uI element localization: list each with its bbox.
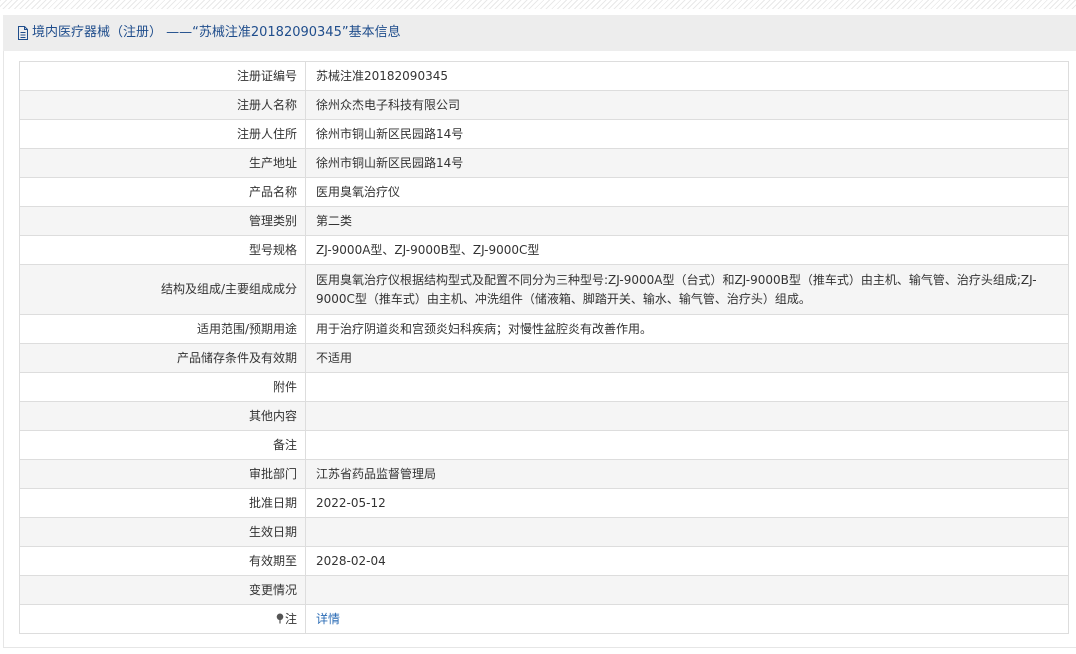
row-value: 2028-02-04 bbox=[305, 546, 1069, 576]
pin-icon bbox=[276, 613, 284, 623]
row-value: 徐州众杰电子科技有限公司 bbox=[305, 90, 1069, 120]
row-value: 医用臭氧治疗仪根据结构型式及配置不同分为三种型号:ZJ-9000A型（台式）和Z… bbox=[305, 264, 1069, 315]
note-label: 注 bbox=[284, 611, 297, 626]
table-row: 适用范围/预期用途 用于治疗阴道炎和宫颈炎妇科疾病；对慢性盆腔炎有改善作用。 bbox=[19, 314, 1069, 344]
table-row: 管理类别 第二类 bbox=[19, 206, 1069, 236]
table-row: 其他内容 bbox=[19, 401, 1069, 431]
row-label: 型号规格 bbox=[19, 235, 306, 265]
row-value: 第二类 bbox=[305, 206, 1069, 236]
row-label: 批准日期 bbox=[19, 488, 306, 518]
row-label: 注册人名称 bbox=[19, 90, 306, 120]
table-row: 附件 bbox=[19, 372, 1069, 402]
row-label: 注册人住所 bbox=[19, 119, 306, 149]
row-value: 医用臭氧治疗仪 bbox=[305, 177, 1069, 207]
row-label: 变更情况 bbox=[19, 575, 306, 605]
row-label: 生产地址 bbox=[19, 148, 306, 178]
title-bar: 境内医疗器械（注册） ——“苏械注准20182090345”基本信息 bbox=[3, 15, 1076, 51]
row-value: 苏械注准20182090345 bbox=[305, 61, 1069, 91]
page-title: 境内医疗器械（注册） ——“苏械注准20182090345”基本信息 bbox=[32, 25, 401, 40]
table-row: 生产地址 徐州市铜山新区民园路14号 bbox=[19, 148, 1069, 178]
document-icon bbox=[18, 26, 28, 40]
row-label: 结构及组成/主要组成成分 bbox=[19, 264, 306, 315]
table-row: 变更情况 bbox=[19, 575, 1069, 605]
table-row: 结构及组成/主要组成成分 医用臭氧治疗仪根据结构型式及配置不同分为三种型号:ZJ… bbox=[19, 264, 1069, 315]
table-row: 产品名称 医用臭氧治疗仪 bbox=[19, 177, 1069, 207]
table-row: 审批部门 江苏省药品监督管理局 bbox=[19, 459, 1069, 489]
row-label: 有效期至 bbox=[19, 546, 306, 576]
table-row: 注册证编号 苏械注准20182090345 bbox=[19, 61, 1069, 91]
row-value: 江苏省药品监督管理局 bbox=[305, 459, 1069, 489]
row-label: 其他内容 bbox=[19, 401, 306, 431]
row-label: 附件 bbox=[19, 372, 306, 402]
row-label: 产品名称 bbox=[19, 177, 306, 207]
table-row: 批准日期 2022-05-12 bbox=[19, 488, 1069, 518]
table-row: 型号规格 ZJ-9000A型、ZJ-9000B型、ZJ-9000C型 bbox=[19, 235, 1069, 265]
note-row: 注 详情 bbox=[19, 604, 1069, 634]
row-label: 生效日期 bbox=[19, 517, 306, 547]
row-label: 审批部门 bbox=[19, 459, 306, 489]
row-label: 注册证编号 bbox=[19, 61, 306, 91]
row-value: 2022-05-12 bbox=[305, 488, 1069, 518]
row-value: ZJ-9000A型、ZJ-9000B型、ZJ-9000C型 bbox=[305, 235, 1069, 265]
row-value: 用于治疗阴道炎和宫颈炎妇科疾病；对慢性盆腔炎有改善作用。 bbox=[305, 314, 1069, 344]
top-stripe bbox=[0, 0, 1076, 9]
row-value bbox=[305, 401, 1069, 431]
table-row: 注册人住所 徐州市铜山新区民园路14号 bbox=[19, 119, 1069, 149]
row-value bbox=[305, 575, 1069, 605]
row-label: 管理类别 bbox=[19, 206, 306, 236]
table-row: 生效日期 bbox=[19, 517, 1069, 547]
detail-link[interactable]: 详情 bbox=[316, 612, 340, 626]
table-row: 有效期至 2028-02-04 bbox=[19, 546, 1069, 576]
row-label: 产品储存条件及有效期 bbox=[19, 343, 306, 373]
row-value: 徐州市铜山新区民园路14号 bbox=[305, 119, 1069, 149]
table-row: 备注 bbox=[19, 430, 1069, 460]
note-value-cell: 详情 bbox=[305, 604, 1069, 634]
row-value: 徐州市铜山新区民园路14号 bbox=[305, 148, 1069, 178]
row-label: 备注 bbox=[19, 430, 306, 460]
row-value bbox=[305, 372, 1069, 402]
info-table: 注册证编号 苏械注准20182090345 注册人名称 徐州众杰电子科技有限公司… bbox=[19, 61, 1069, 634]
table-row: 产品储存条件及有效期 不适用 bbox=[19, 343, 1069, 373]
row-label: 适用范围/预期用途 bbox=[19, 314, 306, 344]
table-row: 注册人名称 徐州众杰电子科技有限公司 bbox=[19, 90, 1069, 120]
info-panel: 注册证编号 苏械注准20182090345 注册人名称 徐州众杰电子科技有限公司… bbox=[3, 51, 1076, 648]
row-value: 不适用 bbox=[305, 343, 1069, 373]
note-label-cell: 注 bbox=[19, 604, 306, 634]
row-value bbox=[305, 430, 1069, 460]
row-value bbox=[305, 517, 1069, 547]
